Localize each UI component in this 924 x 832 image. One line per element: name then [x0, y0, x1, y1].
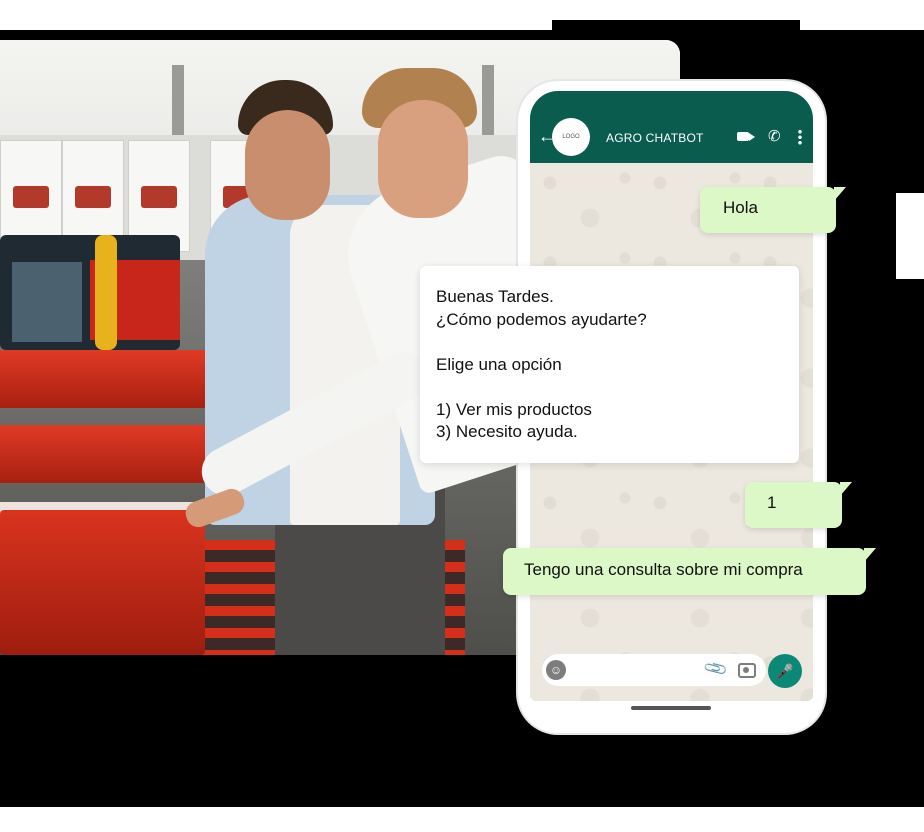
phone-call-icon[interactable]: ✆	[768, 127, 781, 145]
message-bubble-outgoing: Tengo una consulta sobre mi compra	[503, 548, 876, 595]
white-notch	[896, 193, 924, 279]
avatar[interactable]: LOGO	[552, 118, 590, 156]
microphone-button[interactable]: 🎤	[768, 654, 802, 688]
chat-title[interactable]: AGRO CHATBOT	[606, 131, 704, 145]
chat-header: ← LOGO AGRO CHATBOT ✆	[530, 91, 813, 163]
message-bubble-outgoing: 1	[745, 482, 852, 528]
more-menu-icon[interactable]	[798, 129, 802, 145]
microphone-icon: 🎤	[776, 662, 794, 679]
black-backdrop-top	[552, 20, 800, 34]
paperclip-icon[interactable]: 📎	[702, 655, 730, 683]
video-call-icon[interactable]	[737, 132, 755, 141]
message-input[interactable]: ☺ 📎	[542, 654, 766, 686]
message-bubble-outgoing: Hola	[700, 187, 846, 233]
camera-icon[interactable]	[738, 663, 756, 678]
message-bubble-incoming: Buenas Tardes. ¿Cómo podemos ayudarte? E…	[420, 266, 799, 463]
home-indicator	[631, 706, 711, 710]
emoji-icon[interactable]: ☺	[546, 660, 566, 680]
